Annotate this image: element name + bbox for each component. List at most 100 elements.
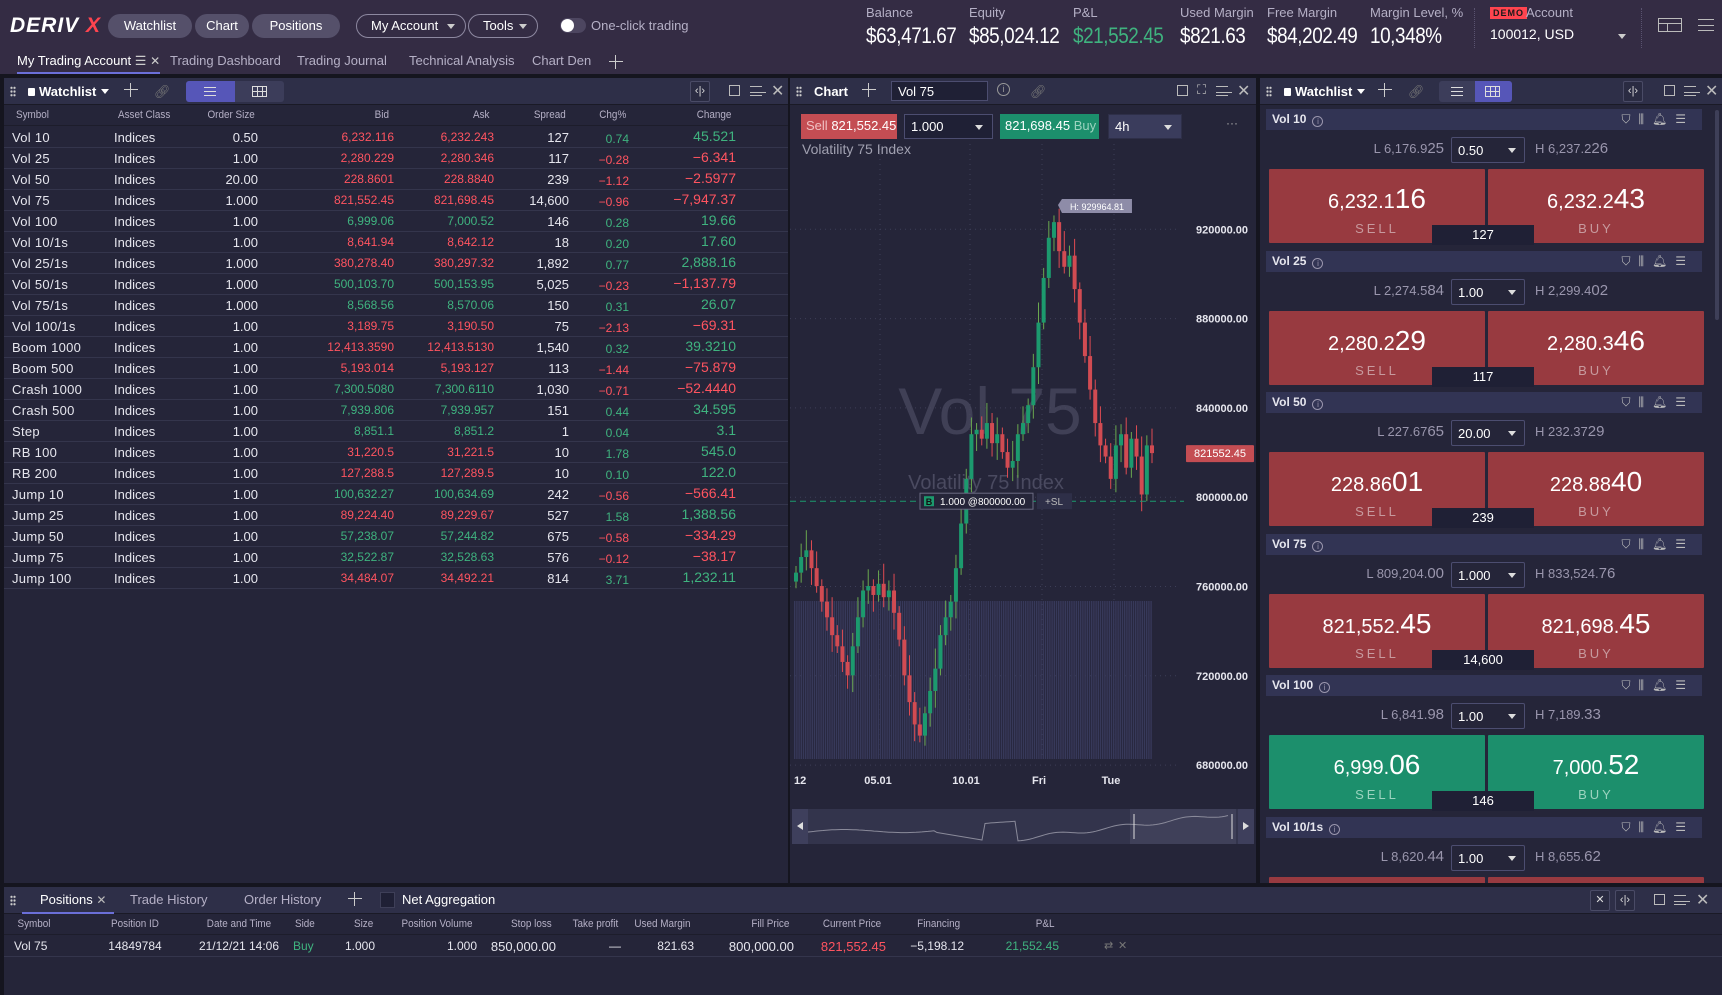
- add-tab-icon[interactable]: [348, 892, 362, 906]
- symbol-search-input[interactable]: Vol 75: [891, 81, 988, 101]
- table-row[interactable]: Jump 75 Indices 1.00 32,522.87 32,528.63 576 −…: [4, 547, 788, 568]
- grid-view-button[interactable]: [235, 81, 284, 102]
- table-row[interactable]: Vol 10/1s Indices 1.00 8,641.94 8,642.12 18 0.…: [4, 232, 788, 253]
- info-icon[interactable]: i: [1312, 540, 1324, 552]
- shield-icon[interactable]: ⛉: [1621, 678, 1638, 692]
- table-row[interactable]: Step Indices 1.00 8,851.1 8,851.2 1 0.04 3.1: [4, 421, 788, 442]
- tab-positions[interactable]: Positions ✕: [22, 887, 115, 914]
- buy-button[interactable]: [1488, 876, 1704, 883]
- close-panel-icon[interactable]: ✕: [1705, 81, 1718, 101]
- panel-menu-icon[interactable]: [1684, 86, 1700, 96]
- info-icon[interactable]: i: [1329, 823, 1341, 835]
- hamburger-menu-icon[interactable]: [1698, 19, 1714, 31]
- nav-watchlist-button[interactable]: Watchlist: [108, 14, 192, 38]
- tab-trading-journal[interactable]: Trading Journal: [297, 53, 387, 68]
- menu-icon[interactable]: ☰: [1675, 395, 1694, 409]
- table-row[interactable]: Vol 100/1s Indices 1.00 3,189.75 3,190.50 75 −…: [4, 316, 788, 337]
- more-options-icon[interactable]: ···: [1226, 116, 1238, 130]
- fullscreen-icon[interactable]: ⛶: [1197, 82, 1206, 98]
- column-header-date-and-time[interactable]: Date and Time: [194, 918, 284, 930]
- menu-icon[interactable]: ☰: [1675, 254, 1694, 268]
- account-selector[interactable]: 100012, USD: [1490, 26, 1574, 42]
- split-view-button[interactable]: ‹|›: [690, 81, 710, 102]
- navigator-window[interactable]: [1130, 809, 1236, 844]
- tab-chart-den[interactable]: Chart Den: [532, 53, 591, 68]
- scrollbar[interactable]: [1715, 110, 1719, 320]
- card-symbol-name[interactable]: Vol 50 i: [1272, 395, 1324, 410]
- shield-icon[interactable]: ⛉: [1621, 820, 1638, 834]
- column-header-symbol[interactable]: Symbol: [16, 109, 88, 121]
- close-position-icon[interactable]: ✕: [1118, 939, 1127, 952]
- price-chart[interactable]: 960000.00 920000.00 880000.00 840000.00 8000…: [790, 144, 1256, 883]
- table-row[interactable]: Vol 75 Indices 1.000 821,552.45 821,698.45 14…: [4, 190, 788, 211]
- watchlist-title-dropdown[interactable]: Watchlist: [1284, 84, 1366, 99]
- column-header-p-l[interactable]: P&L: [974, 918, 1055, 930]
- table-row[interactable]: Boom 500 Indices 1.00 5,193.014 5,193.127 113…: [4, 358, 788, 379]
- tab-trade-history[interactable]: Trade History: [130, 892, 208, 907]
- tab-technical-analysis[interactable]: Technical Analysis: [409, 53, 515, 68]
- table-row[interactable]: RB 200 Indices 1.00 127,288.5 127,289.5 10 0.1…: [4, 463, 788, 484]
- watchlist-title-dropdown[interactable]: Watchlist: [28, 84, 110, 99]
- menu-icon[interactable]: ☰: [1675, 820, 1694, 834]
- add-chart-icon[interactable]: [862, 83, 876, 97]
- shield-icon[interactable]: ⛉: [1621, 112, 1638, 126]
- split-view-button[interactable]: ‹|›: [1623, 81, 1643, 102]
- column-header-position-id[interactable]: Position ID: [104, 918, 167, 930]
- table-row[interactable]: Jump 25 Indices 1.00 89,224.40 89,229.67 527 1…: [4, 505, 788, 526]
- tab-trading-dashboard[interactable]: Trading Dashboard: [170, 53, 281, 68]
- column-header-fill-price[interactable]: Fill Price: [706, 918, 789, 930]
- add-tab-icon[interactable]: [609, 55, 623, 69]
- bell-icon[interactable]: 🔔︎: [1652, 254, 1675, 268]
- timeframe-select[interactable]: 4h: [1108, 114, 1182, 139]
- quantity-select[interactable]: 1.00: [1451, 844, 1525, 871]
- tab-my-trading-account[interactable]: My Trading Account ☰ ✕: [17, 53, 161, 74]
- drag-handle-icon[interactable]: [1266, 86, 1272, 97]
- card-symbol-name[interactable]: Vol 100 i: [1272, 678, 1331, 693]
- drag-handle-icon[interactable]: [10, 895, 16, 906]
- table-row[interactable]: Vol 10 Indices 0.50 6,232.116 6,232.243 127 0.…: [4, 127, 788, 148]
- shield-icon[interactable]: ⛉: [1621, 254, 1638, 268]
- link-icon[interactable]: 🔗︎: [1408, 84, 1425, 100]
- column-header-symbol[interactable]: Symbol: [18, 918, 81, 930]
- table-row[interactable]: RB 100 Indices 1.00 31,220.5 31,221.5 10 1.78 5…: [4, 442, 788, 463]
- column-header-size[interactable]: Size: [342, 918, 373, 930]
- card-symbol-name[interactable]: Vol 75 i: [1272, 537, 1324, 552]
- close-panel-icon[interactable]: ✕: [771, 81, 784, 101]
- table-row[interactable]: Crash 500 Indices 1.00 7,939.806 7,939.957 15…: [4, 400, 788, 421]
- close-panel-icon[interactable]: ✕: [1696, 890, 1709, 910]
- menu-icon[interactable]: ☰: [1675, 678, 1694, 692]
- table-row[interactable]: Boom 1000 Indices 1.00 12,413.3590 12,413.51…: [4, 337, 788, 358]
- column-header-chg-[interactable]: Chg%: [577, 109, 626, 121]
- candles-icon[interactable]: ⫼: [1638, 537, 1652, 551]
- table-row[interactable]: Jump 10 Indices 1.00 100,632.27 100,634.69 24…: [4, 484, 788, 505]
- chart-sell-button[interactable]: Sell 821,552.45: [801, 114, 897, 139]
- info-icon[interactable]: i: [1312, 116, 1324, 127]
- card-symbol-name[interactable]: Vol 10 i: [1272, 112, 1324, 127]
- nav-positions-button[interactable]: Positions: [252, 14, 340, 38]
- pop-out-icon[interactable]: [729, 85, 740, 96]
- column-header-used-margin[interactable]: Used Margin: [628, 918, 690, 930]
- column-header-bid[interactable]: Bid: [299, 109, 389, 121]
- quantity-select[interactable]: 0.50: [1451, 137, 1525, 163]
- close-panel-icon[interactable]: ✕: [1237, 81, 1250, 101]
- table-row[interactable]: Vol 50/1s Indices 1.000 500,103.70 500,153.9…: [4, 274, 788, 295]
- candles-icon[interactable]: ⫼: [1638, 395, 1652, 409]
- list-view-button[interactable]: [1439, 81, 1475, 102]
- panel-menu-icon[interactable]: [1674, 895, 1690, 905]
- quantity-select[interactable]: 20.00: [1451, 420, 1525, 446]
- shield-icon[interactable]: ⛉: [1621, 395, 1638, 409]
- position-row[interactable]: Vol 75 14849784 21/12/21 14:06 Buy 1.000 1.00…: [4, 936, 1722, 957]
- chart-quantity-select[interactable]: 1.000: [904, 114, 993, 139]
- candles-icon[interactable]: ⫼: [1638, 820, 1652, 834]
- quantity-select[interactable]: 1.00: [1451, 703, 1525, 729]
- candles-icon[interactable]: ⫼: [1638, 112, 1652, 126]
- my-account-dropdown[interactable]: My Account: [356, 14, 466, 38]
- column-header-position-volume[interactable]: Position Volume: [392, 918, 472, 930]
- bell-icon[interactable]: 🔔︎: [1652, 395, 1675, 409]
- column-header-financing[interactable]: Financing: [890, 918, 960, 930]
- table-row[interactable]: Vol 50 Indices 20.00 228.8601 228.8840 239 −1.…: [4, 169, 788, 190]
- close-icon[interactable]: ✕: [150, 54, 160, 68]
- tab-menu-icon[interactable]: ☰: [135, 53, 147, 68]
- bell-icon[interactable]: 🔔︎: [1652, 678, 1675, 692]
- info-icon[interactable]: i: [997, 83, 1010, 96]
